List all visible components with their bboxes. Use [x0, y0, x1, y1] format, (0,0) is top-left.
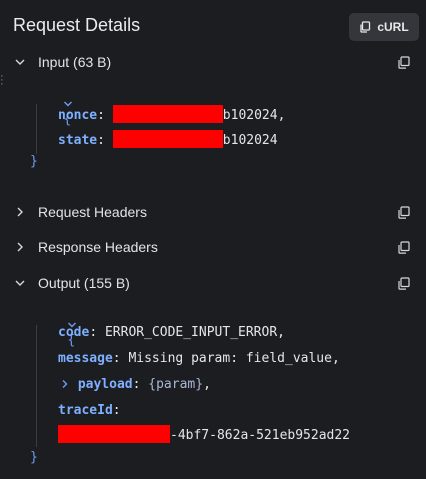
json-key-traceid: traceId — [58, 403, 113, 418]
chevron-down-icon — [15, 59, 25, 65]
section-input[interactable]: Input (63 B) — [0, 51, 426, 73]
json-key-payload: payload — [77, 377, 133, 392]
json-value-payload: {param} — [148, 377, 204, 392]
json-row-code: code: ERROR_CODE_INPUT_ERROR, — [58, 325, 285, 340]
redacted-block — [112, 130, 223, 148]
copy-icon[interactable] — [397, 241, 410, 254]
section-response-headers[interactable]: Response Headers — [0, 236, 426, 258]
close-brace: } — [30, 154, 38, 169]
copy-icon — [360, 21, 371, 33]
section-response-headers-label: Response Headers — [38, 239, 158, 255]
chevron-right-icon — [17, 242, 23, 252]
json-row-message: message: Missing param: field_value, — [58, 351, 340, 366]
close-brace: } — [30, 450, 38, 465]
json-value-message: Missing param: field_value, — [128, 351, 340, 366]
panel-title: Request Details — [13, 15, 141, 35]
panel-header: Request Details cURL — [0, 0, 426, 50]
json-key-state: state — [58, 133, 98, 148]
json-value-traceid-row: -4bf7-862a-521eb952ad22 — [58, 425, 350, 443]
resize-handle[interactable]: · · · — [0, 71, 4, 90]
copy-curl-button[interactable]: cURL — [349, 13, 419, 41]
redacted-block — [112, 105, 223, 123]
json-row-nonce: nonce: b102024, — [58, 105, 285, 123]
section-input-label: Input (63 B) — [38, 54, 112, 70]
json-value-state: b102024 — [222, 133, 278, 148]
json-value-code: ERROR_CODE_INPUT_ERROR, — [104, 325, 285, 340]
section-output-label: Output (155 B) — [38, 275, 130, 291]
json-object-close: } — [30, 450, 38, 465]
json-value-traceid: -4bf7-862a-521eb952ad22 — [170, 428, 351, 443]
curl-label: cURL — [377, 20, 409, 34]
json-key-code: code — [58, 325, 90, 340]
json-key-nonce: nonce — [58, 108, 98, 123]
json-value-nonce: b102024 — [222, 108, 278, 123]
copy-icon[interactable] — [397, 277, 410, 290]
chevron-right-icon — [17, 207, 23, 217]
chevron-right-icon — [62, 380, 68, 388]
comma: , — [203, 377, 211, 392]
comma: , — [277, 108, 286, 123]
json-key-message: message — [58, 351, 113, 366]
copy-icon[interactable] — [397, 206, 410, 219]
section-request-headers-label: Request Headers — [38, 204, 147, 220]
copy-icon[interactable] — [397, 56, 410, 69]
chevron-down-icon — [15, 280, 25, 286]
json-row-payload[interactable]: payload: {param}, — [60, 377, 211, 392]
json-row-state: state: b102024 — [58, 130, 278, 148]
json-row-traceid: traceId: — [58, 403, 121, 418]
redacted-block — [58, 425, 170, 443]
section-output[interactable]: Output (155 B) — [0, 272, 426, 294]
section-request-headers[interactable]: Request Headers — [0, 201, 426, 223]
json-object-close: } — [30, 154, 38, 169]
